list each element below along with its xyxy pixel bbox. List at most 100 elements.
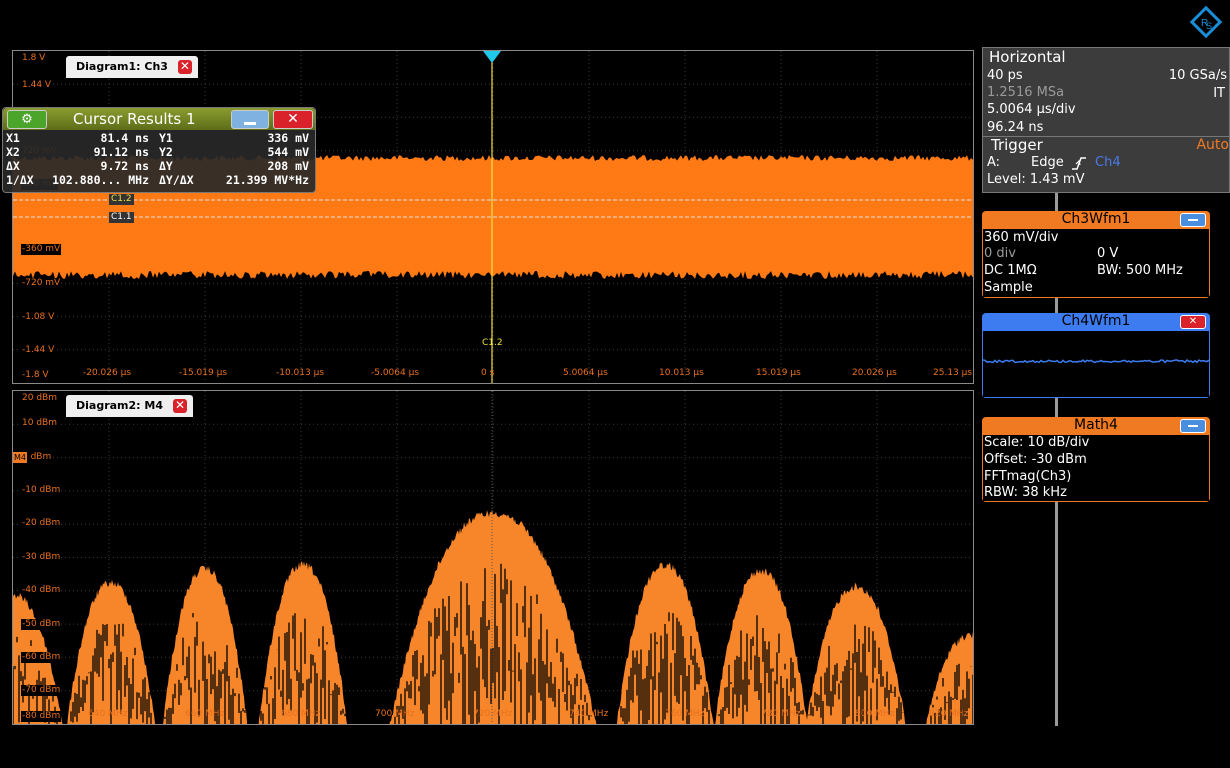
x-axis-label: 780 MHz <box>761 709 801 719</box>
y-axis-label: -360 mV <box>21 244 62 255</box>
y-axis-label: -1.8 V <box>21 370 50 381</box>
math4-header[interactable]: Math4 <box>982 417 1210 434</box>
y-axis-label: -80 dBm <box>21 711 62 722</box>
cursor-row-label: ΔY/ΔX <box>159 173 194 187</box>
x-axis-label: -10.013 µs <box>276 368 325 378</box>
cursor-results-title: Cursor Results 1 <box>73 110 196 128</box>
horizontal-mode: IT <box>1213 86 1225 101</box>
horizontal-record-length: 1.2516 MSa <box>987 85 1065 100</box>
horizontal-time-scale: 5.0064 µs/div <box>987 102 1076 117</box>
math4-title: Math4 <box>1074 417 1118 433</box>
x-axis-label: 10.013 µs <box>659 368 704 378</box>
ch3-acquisition: Sample <box>984 280 1033 295</box>
ch3-bandwidth: BW: 500 MHz <box>1097 263 1183 278</box>
ch3-coupling: DC 1MΩ <box>984 263 1037 278</box>
y-axis-label: 10 dBm <box>21 418 58 429</box>
trigger-source: Ch4 <box>1095 155 1121 170</box>
ch4wfm-title: Ch4Wfm1 <box>1061 313 1131 329</box>
cursor-row-label: Y2 <box>159 145 173 159</box>
x-axis-label: 5.0064 µs <box>563 368 608 378</box>
ch4wfm-header[interactable]: Ch4Wfm1 ✕ <box>982 313 1210 330</box>
diagram1-tab[interactable]: Diagram1: Ch3 ✕ <box>66 56 198 78</box>
x-axis-label: 20.026 µs <box>852 368 897 378</box>
trigger-mode: Auto <box>1196 137 1229 153</box>
y-axis-label: -20 dBm <box>21 518 62 529</box>
ch3-offset: 0 V <box>1097 246 1119 261</box>
ch4wfm-panel[interactable]: Ch4Wfm1 ✕ <box>982 313 1210 398</box>
spectrum-plot <box>13 391 973 724</box>
ch3-position: 0 div <box>984 246 1016 261</box>
y-axis-label: -1.44 V <box>21 345 56 356</box>
cursor-row-label: X2 <box>6 145 20 159</box>
svg-text:S: S <box>1206 21 1212 31</box>
minimize-button[interactable] <box>231 110 269 129</box>
cursor-results-dialog[interactable]: ⚙ Cursor Results 1 ✕ X1 81.4 ns Y1 336 mV X2… <box>2 107 316 193</box>
x-axis-label: 800 MHz <box>855 709 895 719</box>
x-axis-label: 740 MHz <box>569 709 609 719</box>
y-axis-label: 1.44 V <box>21 80 53 91</box>
math4-minimize-icon[interactable] <box>1180 419 1206 433</box>
x-axis-label: 640 MHz <box>88 709 128 719</box>
settings-gear-icon[interactable]: ⚙ <box>7 110 47 129</box>
cursor-row-value: 21.399 MV*Hz <box>225 173 309 187</box>
diagram1-time-domain[interactable]: 1.8 V1.44 V720 mV360 mV-360 mV-720 mV-1.… <box>12 50 974 384</box>
ch3wfm-header[interactable]: Ch3Wfm1 <box>982 211 1210 228</box>
cursor-row-label: Y1 <box>159 131 173 145</box>
math4-scale: Scale: 10 dB/div <box>984 435 1090 450</box>
y-axis-label: -30 dBm <box>21 552 62 563</box>
x-axis-label: -5.0064 µs <box>371 368 420 378</box>
x-axis-label: -20.026 µs <box>83 368 132 378</box>
y-axis-label: -40 dBm <box>21 585 62 596</box>
trigger-position-marker <box>483 51 501 63</box>
diagram2-close-icon[interactable]: ✕ <box>173 399 187 413</box>
y-axis-label: -60 dBm <box>21 652 62 663</box>
cursor-row-label: 1/ΔX <box>6 173 34 187</box>
x-axis-label: -15.019 µs <box>179 368 228 378</box>
horizontal-panel[interactable]: Horizontal 40 ps 10 GSa/s 1.2516 MSa IT … <box>982 47 1230 138</box>
x-axis-label: 720 MHz <box>473 709 513 719</box>
y-axis-label: -10 dBm <box>21 485 62 496</box>
cursor-row-value: 102.880... MHz <box>52 173 149 187</box>
rs-logo-icon: R S <box>1189 5 1223 39</box>
cursor-row-value: 544 mV <box>267 145 309 159</box>
horizontal-resolution: 40 ps <box>987 68 1023 83</box>
cursor-row-label: ΔY <box>159 159 173 173</box>
ch4-preview-trace <box>982 358 1210 364</box>
fft-spectrum <box>13 509 973 724</box>
diagram2-tab[interactable]: Diagram2: M4 ✕ <box>66 395 193 417</box>
ch4wfm-close-icon[interactable]: ✕ <box>1180 315 1206 329</box>
close-button[interactable]: ✕ <box>273 110 313 129</box>
y-axis-label: -70 dBm <box>21 685 62 696</box>
diagram2-tab-label: Diagram2: M4 <box>76 399 163 412</box>
x-axis-label: 760 MHz <box>665 709 705 719</box>
x-axis-label: 820 MHz <box>929 709 969 719</box>
y-axis-label: -1.08 V <box>21 312 56 323</box>
trigger-source-prefix: A: <box>987 155 1001 170</box>
trigger-panel[interactable]: Trigger Auto A: Edge Ch4 Level: 1.43 mV <box>982 136 1230 193</box>
cursor-vertical-label: C1.2 <box>482 338 503 348</box>
horizontal-title: Horizontal <box>989 48 1066 66</box>
m4-offset-marker: M4 <box>13 452 27 463</box>
cursor-row-label: ΔX <box>6 159 20 173</box>
cursor-row-value: 336 mV <box>267 131 309 145</box>
cursor-c11-label: C1.1 <box>109 212 134 223</box>
y-axis-label: -720 mV <box>21 278 62 289</box>
horizontal-position: 96.24 ns <box>987 120 1044 135</box>
diagram2-spectrum[interactable]: 20 dBm 10 dBm 0 dBm -10 dBm -20 dBm -30 dBm -4… <box>12 390 974 725</box>
math4-offset: Offset: -30 dBm <box>984 452 1087 467</box>
rising-edge-icon <box>1072 157 1086 170</box>
x-axis-label: 0 s <box>481 368 495 378</box>
y-axis-label: -50 dBm <box>21 619 62 630</box>
y-axis-label: 1.8 V <box>21 53 47 64</box>
trigger-title: Trigger <box>991 136 1043 154</box>
math4-panel[interactable]: Math4 Scale: 10 dB/div Offset: -30 dBm F… <box>982 417 1210 502</box>
ch3wfm-panel[interactable]: Ch3Wfm1 360 mV/div 0 div 0 V DC 1MΩ BW: … <box>982 211 1210 298</box>
ch3wfm-minimize-icon[interactable] <box>1180 213 1206 227</box>
x-axis-label: 680 MHz <box>281 709 321 719</box>
x-axis-label: 15.019 µs <box>756 368 801 378</box>
diagram1-close-icon[interactable]: ✕ <box>177 60 192 74</box>
trigger-type: Edge <box>1031 155 1064 170</box>
cursor-row-value: 91.12 ns <box>93 145 149 159</box>
x-axis-label: 700 MHz <box>375 709 415 719</box>
ch3-scale: 360 mV/div <box>984 230 1059 245</box>
